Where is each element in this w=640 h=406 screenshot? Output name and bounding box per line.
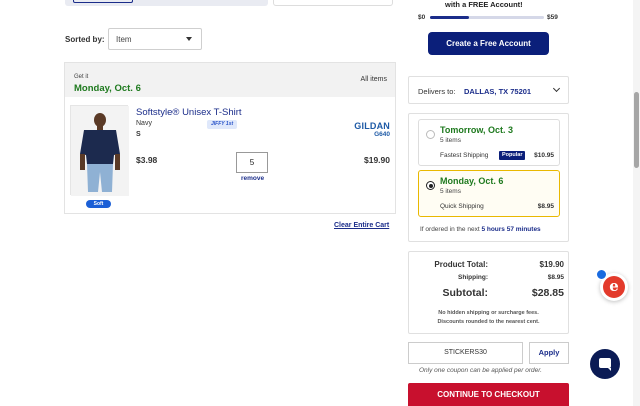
delivery-location-selector[interactable]: Delivers to: DALLAS, TX 75201 (408, 76, 569, 104)
shipping-option-fastest[interactable]: Tomorrow, Oct. 3 5 items Fastest Shippin… (418, 119, 560, 166)
delivery-date: Monday, Oct. 6 (74, 83, 141, 94)
line-total: $19.90 (364, 155, 390, 165)
shipping-option-quick[interactable]: Monday, Oct. 6 5 items Quick Shipping $8… (418, 170, 560, 217)
progress-min: $0 (418, 14, 426, 21)
sort-value: Item (116, 35, 132, 44)
active-tab[interactable] (73, 0, 133, 3)
order-deadline-prefix: If ordered in the next (420, 226, 480, 233)
scrollbar-thumb[interactable] (634, 92, 639, 168)
delivery-group-header: Get it Monday, Oct. 6 All items (65, 63, 395, 97)
order-deadline: If ordered in the next 5 hours 57 minute… (420, 226, 541, 233)
shipping-value: $8.95 (547, 274, 564, 281)
radio-button-selected[interactable] (426, 181, 435, 190)
notification-dot (596, 269, 607, 280)
rounding-note: Discounts rounded to the nearest cent. (437, 319, 540, 325)
product-color: Navy (136, 120, 152, 127)
product-name-link[interactable]: Softstyle® Unisex T-Shirt (136, 107, 242, 118)
shipping-label: Shipping: (458, 274, 488, 281)
coupon-input[interactable]: STICKERS30 (408, 342, 523, 364)
shipping-price: $8.95 (537, 203, 554, 210)
subtotal-value: $28.85 (531, 287, 564, 299)
delivers-to-label: Delivers to: (418, 87, 456, 96)
product-total-value: $19.90 (539, 260, 564, 269)
jiffy-badge: JIFFY 1st (207, 120, 238, 129)
shipping-options: Tomorrow, Oct. 3 5 items Fastest Shippin… (408, 113, 569, 242)
remove-link[interactable]: remove (241, 175, 264, 182)
fees-note: No hidden shipping or surcharge fees. (438, 310, 539, 316)
progress-fill (430, 16, 469, 19)
soft-badge: Soft (86, 200, 111, 208)
cart-page: Sorted by: Item Get it Monday, Oct. 6 Al… (0, 0, 640, 406)
shipping-items: 5 items (440, 137, 461, 144)
brand-sku: G640 (374, 131, 390, 138)
shipping-method: Fastest Shipping (440, 152, 489, 159)
progress-max: $59 (547, 14, 558, 21)
clear-cart-link[interactable]: Clear Entire Cart (334, 222, 389, 229)
top-box (273, 0, 393, 6)
sort-select[interactable]: Item (108, 28, 202, 50)
quantity-input[interactable]: 5 (236, 152, 268, 173)
radio-button[interactable] (426, 130, 435, 139)
create-account-button[interactable]: Create a Free Account (428, 32, 549, 55)
soft-badge-label: Soft (93, 201, 104, 207)
shipping-date: Tomorrow, Oct. 3 (440, 125, 514, 135)
chevron-down-icon (552, 84, 561, 93)
delivery-location: DALLAS, TX 75201 (464, 87, 532, 96)
subtotal-label: Subtotal: (442, 287, 489, 299)
free-shipping-progress (430, 16, 544, 19)
shipping-method: Quick Shipping (440, 203, 484, 210)
model-shirt-image (71, 106, 129, 196)
caret-down-icon (186, 37, 192, 41)
shipping-date: Monday, Oct. 6 (440, 176, 504, 186)
unit-price: $3.98 (136, 155, 158, 165)
sort-label: Sorted by: (65, 35, 105, 44)
get-it-label: Get it (74, 74, 89, 80)
chat-icon (599, 358, 611, 371)
popular-badge: Popular (499, 151, 526, 160)
apply-coupon-button[interactable]: Apply (529, 342, 569, 364)
checkout-button[interactable]: CONTINUE TO CHECKOUT (408, 383, 569, 406)
free-account-headline: with a FREE Account! (445, 0, 523, 9)
cart-panel: Get it Monday, Oct. 6 All items Soft Sof… (64, 62, 396, 214)
brand-name: GILDAN (354, 121, 390, 131)
coupon-note: Only one coupon can be applied per order… (419, 367, 542, 374)
order-totals: Product Total: $19.90 Shipping: $8.95 Su… (408, 251, 569, 334)
scrollbar-track[interactable] (633, 0, 640, 406)
e-logo-icon: e (603, 276, 625, 298)
shipping-items: 5 items (440, 188, 461, 195)
brand-logo: GILDAN G640 (354, 121, 390, 138)
top-tab-strip (65, 0, 268, 6)
shipping-price: $10.95 (534, 152, 554, 159)
all-items-label: All items (360, 76, 387, 83)
order-deadline-time: 5 hours 57 minutes (481, 226, 541, 233)
product-image[interactable] (70, 105, 129, 196)
product-size: S (136, 131, 141, 138)
product-total-label: Product Total: (434, 260, 488, 269)
chat-button[interactable] (590, 349, 620, 379)
